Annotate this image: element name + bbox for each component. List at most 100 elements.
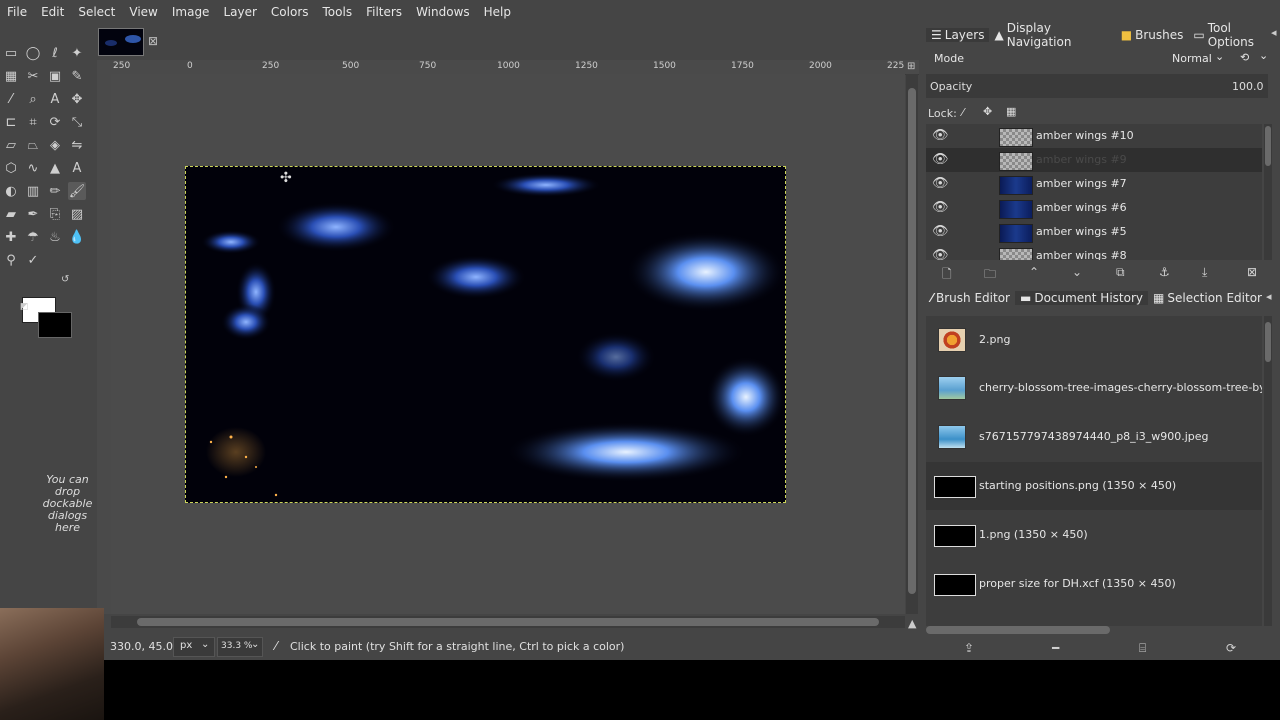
close-image-icon[interactable]: ⊠ <box>148 34 158 48</box>
layer-row[interactable]: 👁 amber wings #10 <box>926 124 1262 148</box>
menu-image[interactable]: Image <box>165 5 217 19</box>
image-tab-thumbnail[interactable] <box>98 28 144 56</box>
rotate-icon[interactable]: ⟳ <box>46 113 64 131</box>
foreground-select-icon[interactable]: ▣ <box>46 67 64 85</box>
chevron-down-icon[interactable]: ⌄ <box>1259 49 1268 62</box>
reset-mode-icon[interactable]: ⟲ <box>1240 51 1249 64</box>
zoom-image-icon[interactable]: ▲ <box>908 617 916 630</box>
history-scrollbar[interactable] <box>1264 316 1272 626</box>
crop-icon[interactable]: ⌗ <box>24 113 42 131</box>
history-item[interactable]: proper size for DH.xcf (1350 × 450) <box>926 560 1262 608</box>
smudge-icon[interactable]: ☂ <box>24 228 42 246</box>
menu-tools[interactable]: Tools <box>316 5 360 19</box>
fuzzy-select-icon[interactable]: ✦ <box>68 44 86 62</box>
menu-filters[interactable]: Filters <box>359 5 409 19</box>
history-item[interactable]: 2.png <box>926 316 1262 364</box>
select-by-color-icon[interactable]: ▦ <box>2 67 20 85</box>
ink-icon[interactable]: ✓ <box>24 251 42 269</box>
open-image-icon[interactable]: ⇪ <box>964 641 974 655</box>
menu-file[interactable]: File <box>0 5 34 19</box>
history-item[interactable]: 1.png (1350 × 450) <box>926 511 1262 559</box>
layer-row[interactable]: 👁 amber wings #7 <box>926 172 1262 196</box>
layer-row[interactable]: 👁 amber wings #8 <box>926 244 1262 260</box>
merge-layer-icon[interactable]: ⤓ <box>1202 265 1207 280</box>
measure-icon[interactable]: ⚲ <box>2 251 20 269</box>
default-colors-icon[interactable]: ◩ <box>20 302 29 312</box>
clear-history-icon[interactable]: ⌸ <box>1139 641 1146 656</box>
remove-entry-icon[interactable]: ━ <box>1052 641 1059 655</box>
mypaint-brush-icon[interactable]: ▨ <box>68 205 86 223</box>
new-layer-group-icon[interactable]: 🗀 <box>984 265 996 286</box>
menu-help[interactable]: Help <box>477 5 518 19</box>
visibility-eye-icon[interactable]: 👁 <box>932 248 950 260</box>
align-icon[interactable]: ⊏ <box>2 113 20 131</box>
heal-icon[interactable]: ✚ <box>2 228 20 246</box>
bucket-fill-icon[interactable]: ▲ <box>46 159 64 177</box>
tab-brushes[interactable]: ■ Brushes <box>1116 28 1189 42</box>
menu-layer[interactable]: Layer <box>216 5 263 19</box>
anchor-layer-icon[interactable]: ⚓ <box>1159 265 1170 279</box>
airbrush-icon[interactable]: ✒ <box>24 205 42 223</box>
menu-edit[interactable]: Edit <box>34 5 71 19</box>
scissors-icon[interactable]: ✂ <box>24 67 42 85</box>
menu-select[interactable]: Select <box>71 5 122 19</box>
perspective-icon[interactable]: ⏢ <box>24 136 42 154</box>
visibility-eye-icon[interactable]: 👁 <box>932 224 950 239</box>
lock-alpha-icon[interactable]: ▦ <box>1006 105 1016 118</box>
vscroll-thumb[interactable] <box>908 88 916 594</box>
transform-3d-icon[interactable]: ◈ <box>46 136 64 154</box>
paintbrush-icon[interactable]: 🖌 <box>68 182 86 200</box>
horizontal-scrollbar[interactable] <box>111 616 905 628</box>
eraser-icon[interactable]: ▰ <box>2 205 20 223</box>
pencil-icon[interactable]: ✏ <box>46 182 64 200</box>
history-item[interactable]: s767157797438974440_p8_i3_w900.jpeg <box>926 413 1262 461</box>
free-select-icon[interactable]: ℓ <box>46 44 64 62</box>
swap-colors-icon[interactable]: ↺ <box>61 274 69 285</box>
dodge-burn-icon[interactable]: ♨ <box>46 228 64 246</box>
shear-icon[interactable]: ▱ <box>2 136 20 154</box>
rect-select-icon[interactable]: ▭ <box>2 44 20 62</box>
move-icon[interactable]: ✥ <box>68 90 86 108</box>
background-color-swatch[interactable] <box>38 312 72 338</box>
raise-layer-icon[interactable]: ⌃ <box>1029 265 1039 279</box>
menu-view[interactable]: View <box>122 5 164 19</box>
tab-selection-editor[interactable]: ▦ Selection Editor <box>1148 291 1267 305</box>
duplicate-layer-icon[interactable]: ⧉ <box>1116 265 1125 280</box>
visibility-eye-icon[interactable]: 👁 <box>932 176 950 191</box>
menu-colors[interactable]: Colors <box>264 5 316 19</box>
layer-row[interactable]: 👁 amber wings #5 <box>926 220 1262 244</box>
lock-pixels-icon[interactable]: ⁄ <box>962 106 964 119</box>
layers-scrollbar[interactable] <box>1264 124 1272 260</box>
refresh-icon[interactable]: ⟳ <box>1226 641 1236 655</box>
text-tool-icon[interactable]: A <box>68 159 86 177</box>
dock-menu-icon[interactable]: ◂ <box>1271 26 1277 39</box>
warp-icon[interactable]: ∿ <box>24 159 42 177</box>
blend-icon[interactable]: ◐ <box>2 182 20 200</box>
image-canvas[interactable] <box>185 166 786 503</box>
history-item[interactable]: cherry-blossom-tree-images-cherry-blosso… <box>926 364 1262 412</box>
history-scroll-thumb[interactable] <box>1265 322 1271 362</box>
cage-icon[interactable]: ⬡ <box>2 159 20 177</box>
blur-icon[interactable]: 💧 <box>68 228 86 246</box>
visibility-eye-icon[interactable]: 👁 <box>932 200 950 215</box>
text-icon[interactable]: A <box>46 90 64 108</box>
lock-position-icon[interactable]: ✥ <box>983 105 992 118</box>
visibility-eye-icon[interactable]: 👁 <box>932 152 950 167</box>
layers-scroll-thumb[interactable] <box>1265 126 1271 166</box>
mode-select[interactable]: Normal ⌄ <box>1166 48 1226 68</box>
layer-row[interactable]: 👁 amber wings #6 <box>926 196 1262 220</box>
zoom-select[interactable]: 33.3 % ⌄ <box>217 637 263 657</box>
tab-display-navigation[interactable]: ▲ Display Navigation <box>989 21 1115 49</box>
menu-windows[interactable]: Windows <box>409 5 477 19</box>
opacity-spinner[interactable]: Opacity 100.0 <box>926 74 1268 98</box>
lower-layer-icon[interactable]: ⌄ <box>1072 265 1082 279</box>
history-item[interactable]: starting positions.png (1350 × 450) <box>926 462 1262 510</box>
tab-brush-editor[interactable]: ⁄ Brush Editor <box>926 291 1015 305</box>
vertical-scrollbar[interactable] <box>906 74 918 614</box>
hscroll-thumb[interactable] <box>137 618 879 626</box>
history-hscroll-thumb[interactable] <box>926 626 1110 634</box>
gradient-icon[interactable]: ▥ <box>24 182 42 200</box>
layer-name[interactable]: amber wings #9 <box>1036 153 1127 166</box>
navigate-icon[interactable]: ⊞ <box>907 61 919 73</box>
tab-layers[interactable]: ☰ Layers <box>926 28 990 42</box>
